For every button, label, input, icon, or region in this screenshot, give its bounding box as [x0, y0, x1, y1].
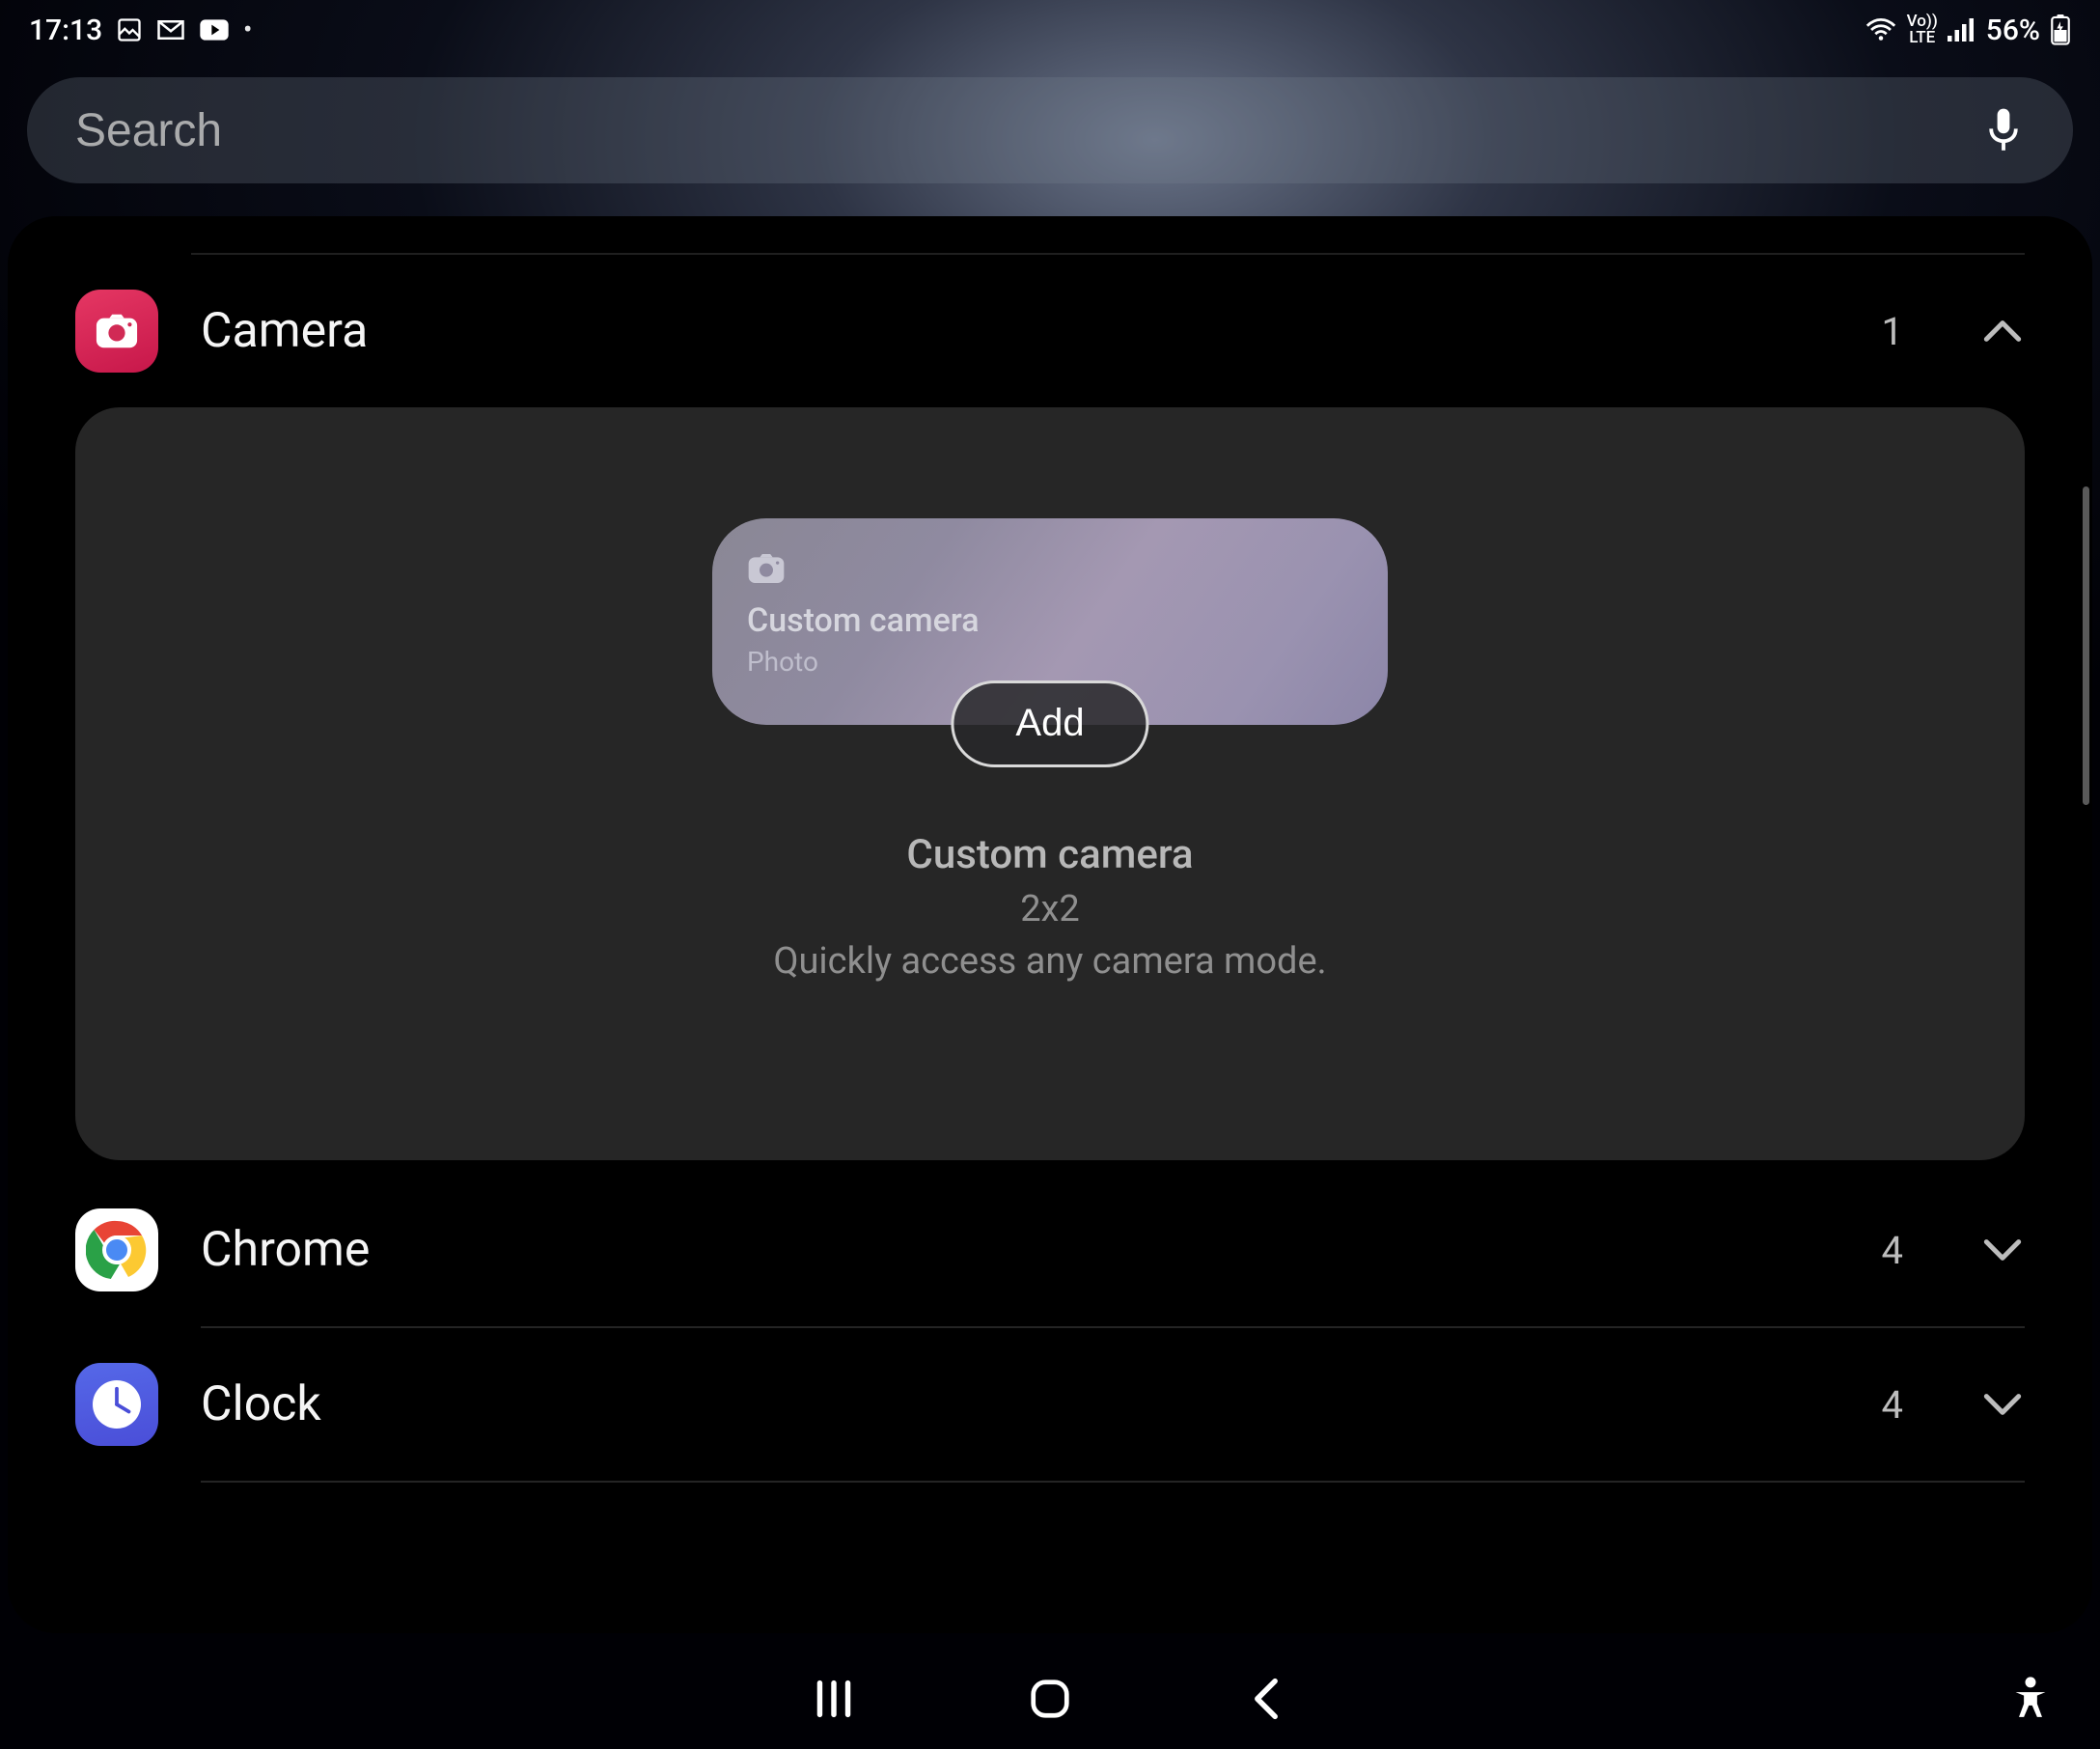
- widget-count: 4: [1882, 1382, 1903, 1428]
- battery-icon: [2050, 14, 2071, 45]
- widget-dimensions: 2x2: [773, 888, 1326, 930]
- app-row-camera[interactable]: Camera 1: [75, 255, 2025, 407]
- status-bar: 17:13 • Vo)) LTE 56%: [0, 0, 2100, 60]
- voice-search-icon[interactable]: [1980, 107, 2027, 153]
- gmail-icon: [156, 18, 185, 42]
- accessibility-button[interactable]: [2003, 1672, 2058, 1726]
- more-notifications-dot: •: [243, 15, 252, 44]
- home-button[interactable]: [1019, 1668, 1081, 1730]
- scrollbar[interactable]: [2083, 486, 2089, 805]
- volte-indicator: Vo)) LTE: [1907, 14, 1938, 46]
- youtube-icon: [199, 18, 230, 42]
- widget-count: 4: [1882, 1228, 1903, 1273]
- widget-list-panel: Camera 1 Custom camera Photo Add: [8, 216, 2092, 1633]
- recent-apps-button[interactable]: [803, 1668, 865, 1730]
- widget-preview-subtitle: Photo: [747, 646, 1353, 678]
- status-time: 17:13: [29, 14, 102, 47]
- camera-icon: [747, 549, 786, 588]
- add-widget-button[interactable]: Add: [951, 680, 1148, 767]
- wifi-icon: [1865, 17, 1897, 42]
- app-title: Clock: [201, 1376, 1839, 1432]
- app-row-chrome[interactable]: Chrome 4: [75, 1174, 2025, 1326]
- widget-name: Custom camera: [773, 831, 1326, 878]
- navigation-bar: [0, 1649, 2100, 1749]
- widget-expand-area: Custom camera Photo Add Custom camera 2x…: [75, 407, 2025, 1160]
- chrome-app-icon: [75, 1208, 158, 1291]
- gallery-icon: [116, 16, 143, 43]
- app-title: Camera: [201, 303, 1839, 359]
- signal-icon: [1948, 18, 1976, 42]
- camera-app-icon: [75, 290, 158, 373]
- search-input[interactable]: [75, 104, 1961, 157]
- widget-count: 1: [1882, 309, 1903, 354]
- battery-percent: 56%: [1986, 14, 2040, 47]
- back-button[interactable]: [1235, 1668, 1297, 1730]
- app-title: Chrome: [201, 1222, 1839, 1278]
- chevron-down-icon[interactable]: [1980, 1228, 2025, 1272]
- app-row-clock[interactable]: Clock 4: [75, 1328, 2025, 1481]
- clock-app-icon: [75, 1363, 158, 1446]
- widget-description: Quickly access any camera mode.: [773, 940, 1326, 983]
- chevron-down-icon[interactable]: [1980, 1382, 2025, 1427]
- widget-preview-title: Custom camera: [747, 601, 1353, 640]
- search-bar[interactable]: [27, 77, 2073, 183]
- chevron-up-icon[interactable]: [1980, 309, 2025, 353]
